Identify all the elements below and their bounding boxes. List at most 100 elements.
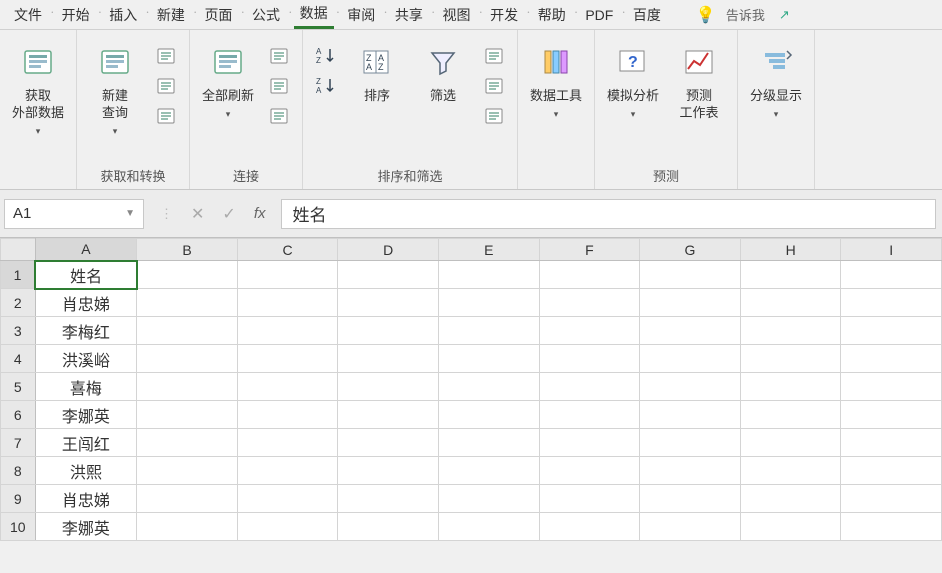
- sort-desc-icon[interactable]: ZA: [313, 74, 339, 98]
- row-header-9[interactable]: 9: [1, 485, 36, 513]
- cell-A8[interactable]: 洪熙: [35, 457, 137, 485]
- clear-filter-icon[interactable]: [481, 44, 507, 68]
- tell-me-search[interactable]: 💡告诉我: [696, 5, 765, 25]
- reapply-icon[interactable]: [481, 74, 507, 98]
- row-header-3[interactable]: 3: [1, 317, 36, 345]
- cell-E2[interactable]: [439, 289, 540, 317]
- data-tools-button[interactable]: 数据工具▾: [528, 40, 584, 120]
- cell-G1[interactable]: [640, 261, 741, 289]
- cell-A1[interactable]: 姓名: [35, 261, 137, 289]
- row-header-1[interactable]: 1: [1, 261, 36, 289]
- cell-C4[interactable]: [237, 345, 338, 373]
- cell-I4[interactable]: [841, 345, 942, 373]
- cell-F5[interactable]: [539, 373, 640, 401]
- select-all-corner[interactable]: [1, 239, 36, 261]
- cell-B5[interactable]: [137, 373, 238, 401]
- cell-A10[interactable]: 李娜英: [35, 513, 137, 541]
- cell-E1[interactable]: [439, 261, 540, 289]
- cell-I10[interactable]: [841, 513, 942, 541]
- cell-H7[interactable]: [740, 429, 841, 457]
- cell-H2[interactable]: [740, 289, 841, 317]
- cell-G4[interactable]: [640, 345, 741, 373]
- cell-D10[interactable]: [338, 513, 439, 541]
- cell-G10[interactable]: [640, 513, 741, 541]
- cell-F3[interactable]: [539, 317, 640, 345]
- cell-B7[interactable]: [137, 429, 238, 457]
- connections-icon[interactable]: [266, 44, 292, 68]
- cell-C8[interactable]: [237, 457, 338, 485]
- row-header-8[interactable]: 8: [1, 457, 36, 485]
- cell-D1[interactable]: [338, 261, 439, 289]
- cell-I9[interactable]: [841, 485, 942, 513]
- column-header-H[interactable]: H: [740, 239, 841, 261]
- cell-B6[interactable]: [137, 401, 238, 429]
- name-box-dropdown-icon[interactable]: ▼: [125, 208, 135, 219]
- cell-D8[interactable]: [338, 457, 439, 485]
- cell-E3[interactable]: [439, 317, 540, 345]
- row-header-7[interactable]: 7: [1, 429, 36, 457]
- table-icon[interactable]: [153, 44, 179, 68]
- new-query-button[interactable]: 新建查询▾: [87, 40, 143, 137]
- cell-H1[interactable]: [740, 261, 841, 289]
- row-header-6[interactable]: 6: [1, 401, 36, 429]
- cell-G3[interactable]: [640, 317, 741, 345]
- cell-I5[interactable]: [841, 373, 942, 401]
- cell-I1[interactable]: [841, 261, 942, 289]
- confirm-icon[interactable]: ✓: [222, 204, 235, 224]
- name-box[interactable]: A1 ▼: [4, 199, 144, 229]
- cell-A3[interactable]: 李梅红: [35, 317, 137, 345]
- sort-button[interactable]: ZAAZ排序: [349, 40, 405, 105]
- menu-item-4[interactable]: 页面: [198, 2, 238, 28]
- cell-G2[interactable]: [640, 289, 741, 317]
- formula-input[interactable]: 姓名: [281, 199, 936, 229]
- cell-G8[interactable]: [640, 457, 741, 485]
- formula-options-icon[interactable]: ⋮: [160, 206, 173, 222]
- cell-A9[interactable]: 肖忠娣: [35, 485, 137, 513]
- cell-A7[interactable]: 王闯红: [35, 429, 137, 457]
- cell-F10[interactable]: [539, 513, 640, 541]
- get-external-data-button[interactable]: 获取外部数据▾: [10, 40, 66, 137]
- cell-A2[interactable]: 肖忠娣: [35, 289, 137, 317]
- cell-D3[interactable]: [338, 317, 439, 345]
- menu-item-0[interactable]: 文件: [8, 2, 48, 28]
- cell-A5[interactable]: 喜梅: [35, 373, 137, 401]
- column-header-G[interactable]: G: [640, 239, 741, 261]
- cell-B2[interactable]: [137, 289, 238, 317]
- advanced-icon[interactable]: [481, 104, 507, 128]
- column-header-A[interactable]: A: [35, 239, 137, 261]
- menu-item-10[interactable]: 开发: [484, 2, 524, 28]
- cell-D9[interactable]: [338, 485, 439, 513]
- menu-item-11[interactable]: 帮助: [532, 2, 572, 28]
- cell-C9[interactable]: [237, 485, 338, 513]
- cell-C1[interactable]: [237, 261, 338, 289]
- cell-C5[interactable]: [237, 373, 338, 401]
- cell-E6[interactable]: [439, 401, 540, 429]
- edit-links-icon[interactable]: [266, 104, 292, 128]
- menu-item-3[interactable]: 新建: [151, 2, 191, 28]
- menu-item-8[interactable]: 共享: [389, 2, 429, 28]
- cell-F9[interactable]: [539, 485, 640, 513]
- cell-F4[interactable]: [539, 345, 640, 373]
- cell-D6[interactable]: [338, 401, 439, 429]
- cube-icon[interactable]: [153, 104, 179, 128]
- cell-H3[interactable]: [740, 317, 841, 345]
- row-header-4[interactable]: 4: [1, 345, 36, 373]
- cell-A6[interactable]: 李娜英: [35, 401, 137, 429]
- forecast-sheet-button[interactable]: 预测工作表: [671, 40, 727, 122]
- recent-icon[interactable]: [153, 74, 179, 98]
- cell-D5[interactable]: [338, 373, 439, 401]
- what-if-button[interactable]: ?模拟分析▾: [605, 40, 661, 120]
- menu-item-2[interactable]: 插入: [103, 2, 143, 28]
- cell-I7[interactable]: [841, 429, 942, 457]
- cell-E5[interactable]: [439, 373, 540, 401]
- menu-item-7[interactable]: 审阅: [341, 2, 381, 28]
- cell-D7[interactable]: [338, 429, 439, 457]
- cell-H10[interactable]: [740, 513, 841, 541]
- menu-item-12[interactable]: PDF: [579, 4, 619, 26]
- cell-D4[interactable]: [338, 345, 439, 373]
- cell-H6[interactable]: [740, 401, 841, 429]
- cell-H5[interactable]: [740, 373, 841, 401]
- cell-F2[interactable]: [539, 289, 640, 317]
- cell-C7[interactable]: [237, 429, 338, 457]
- properties-icon[interactable]: [266, 74, 292, 98]
